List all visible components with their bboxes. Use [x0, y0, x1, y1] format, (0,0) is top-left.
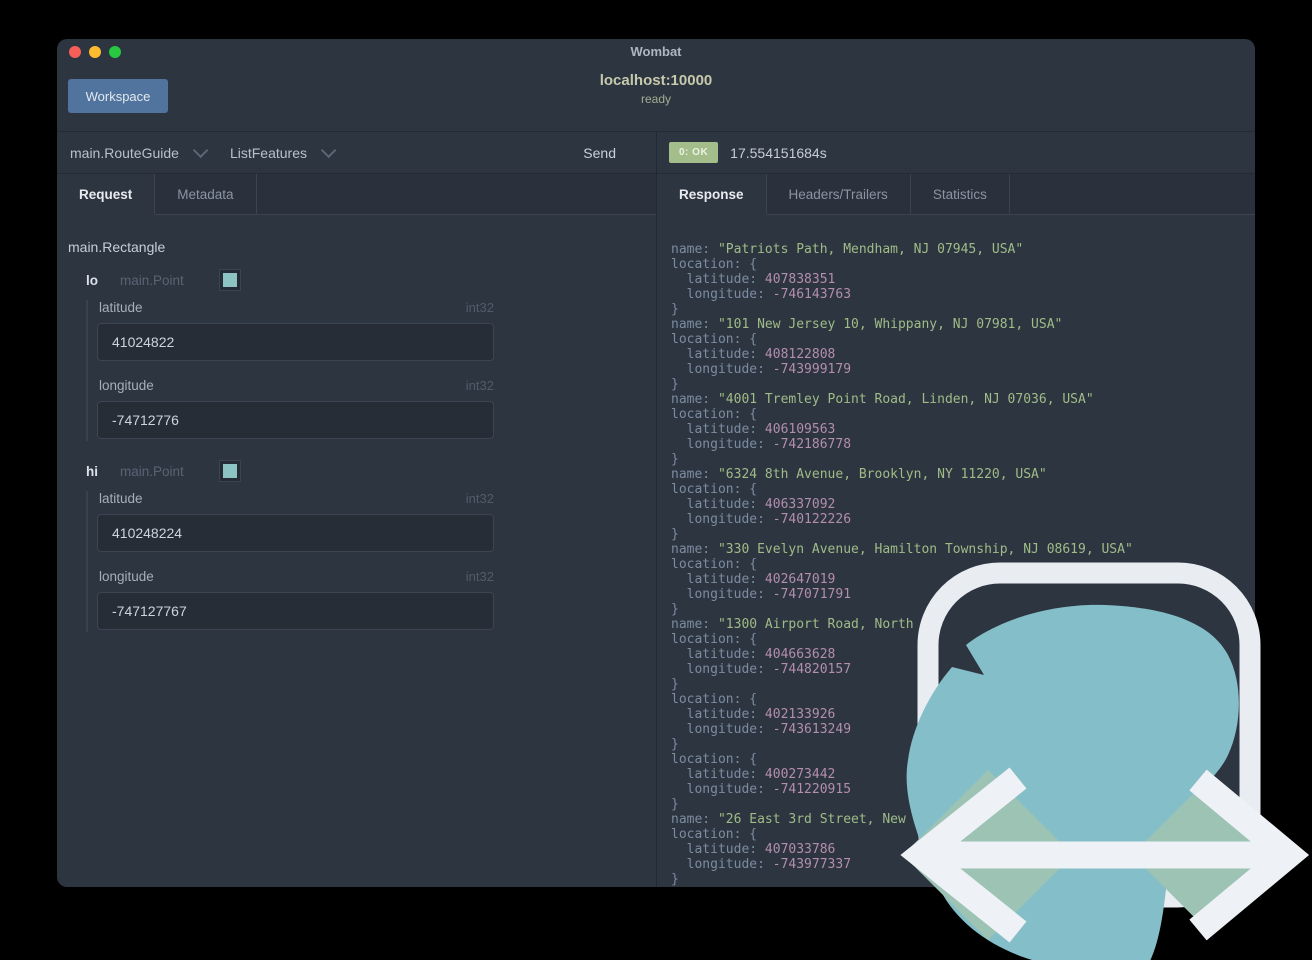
field-type: int32 [465, 378, 494, 393]
window-title: Wombat [630, 44, 682, 59]
service-select-value: main.RouteGuide [70, 144, 179, 161]
tabbar-filler [256, 174, 656, 215]
response-line: longitude: -746143763 [671, 287, 852, 302]
message-type-label: main.Rectangle [68, 239, 166, 255]
response-line: latitude: 407838351 [671, 272, 836, 287]
field-group-hi: hi main.Point latitude int32 longitud [86, 460, 656, 632]
field-type: int32 [465, 300, 494, 315]
latitude-input-lo[interactable] [97, 323, 494, 361]
response-line: name: "330 Evelyn Avenue, Hamilton Towns… [671, 542, 1133, 557]
field-type: int32 [465, 569, 494, 584]
connection-info: localhost:10000 ready [57, 72, 1255, 106]
field-label: latitude [99, 300, 143, 315]
method-select[interactable]: ListFeatures [229, 142, 337, 161]
tab-metadata[interactable]: Metadata [155, 174, 257, 215]
titlebar: Wombat [57, 39, 1255, 65]
response-line: location: { [671, 257, 758, 272]
response-line: location: { [671, 752, 758, 767]
response-line: } [671, 797, 679, 812]
response-line: name: "1300 Airport Road, North Br [671, 617, 938, 632]
result-bar: 0: OK 17.554151684s [657, 132, 1255, 174]
response-line: } [671, 602, 679, 617]
response-line: name: "Patriots Path, Mendham, NJ 07945,… [671, 242, 1024, 257]
response-line: latitude: 406337092 [671, 497, 836, 512]
response-line: } [671, 452, 679, 467]
response-line: location: { [671, 632, 758, 647]
request-tabbar: Request Metadata [57, 174, 656, 215]
response-line: location: { [671, 827, 758, 842]
method-bar: main.RouteGuide ListFeatures Send [57, 132, 656, 174]
response-line: latitude: 402133926 [671, 707, 836, 722]
service-select[interactable]: main.RouteGuide [70, 142, 209, 161]
group-type: main.Point [120, 463, 184, 479]
response-line: location: { [671, 332, 758, 347]
response-line: } [671, 737, 679, 752]
field-label: longitude [99, 378, 154, 393]
header: Workspace localhost:10000 ready [57, 65, 1255, 132]
longitude-input-hi[interactable] [97, 592, 494, 630]
enable-message-checkbox[interactable] [219, 270, 240, 290]
response-line: longitude: -743977337 [671, 857, 852, 872]
field-label: latitude [99, 491, 143, 506]
request-panel: main.RouteGuide ListFeatures Send Reques… [57, 132, 656, 887]
request-form: main.Rectangle lo main.Point latitude in… [57, 215, 656, 887]
response-line: longitude: -741220915 [671, 782, 852, 797]
response-line: name: "4001 Tremley Point Road, Linden, … [671, 392, 1094, 407]
wombat-window: Wombat Workspace localhost:10000 ready m… [57, 39, 1255, 887]
status-badge: 0: OK [669, 142, 719, 163]
field-group-lo: lo main.Point latitude int32 longitud [86, 269, 656, 441]
tab-request[interactable]: Request [57, 174, 156, 215]
response-line: longitude: -743613249 [671, 722, 852, 737]
tab-statistics[interactable]: Statistics [910, 174, 1010, 215]
group-name: hi [86, 463, 98, 479]
send-button[interactable]: Send [577, 144, 622, 162]
response-line: name: "26 East 3rd Street, New Pr [671, 812, 930, 827]
field-type: int32 [465, 491, 494, 506]
response-line: longitude: -742186778 [671, 437, 852, 452]
tabbar-filler [1009, 174, 1255, 215]
field-label: longitude [99, 569, 154, 584]
response-line: name: "101 New Jersey 10, Whippany, NJ 0… [671, 317, 1063, 332]
response-line: } [671, 677, 679, 692]
response-line: location: { [671, 482, 758, 497]
group-type: main.Point [120, 272, 184, 288]
response-line: longitude: -740122226 [671, 512, 852, 527]
response-line: location: { [671, 692, 758, 707]
enable-message-checkbox[interactable] [219, 461, 240, 481]
screen: Wombat Workspace localhost:10000 ready m… [0, 0, 1312, 960]
response-line: longitude: -744820157 [671, 662, 852, 677]
response-line: latitude: 408122808 [671, 347, 836, 362]
response-line: location: { [671, 407, 758, 422]
response-panel: 0: OK 17.554151684s Response Headers/Tra… [656, 132, 1255, 887]
call-duration: 17.554151684s [730, 144, 827, 161]
response-line: latitude: 404663628 [671, 647, 836, 662]
response-line: latitude: 400273442 [671, 767, 836, 782]
response-line: } [671, 302, 679, 317]
connection-state: ready [640, 92, 672, 106]
latitude-input-hi[interactable] [97, 514, 494, 552]
response-line: } [671, 377, 679, 392]
response-body[interactable]: name: "Patriots Path, Mendham, NJ 07945,… [657, 215, 1255, 887]
method-select-value: ListFeatures [229, 144, 307, 161]
response-line: latitude: 407033786 [671, 842, 836, 857]
response-line: latitude: 406109563 [671, 422, 836, 437]
response-line: location: { [671, 557, 758, 572]
tab-response[interactable]: Response [657, 174, 767, 215]
response-line: } [671, 527, 679, 542]
response-line: latitude: 402647019 [671, 572, 836, 587]
chevron-down-icon [192, 142, 209, 159]
group-name: lo [86, 272, 98, 288]
response-line: longitude: -747071791 [671, 587, 852, 602]
response-line: } [671, 872, 679, 887]
longitude-input-lo[interactable] [97, 401, 494, 439]
server-address: localhost:10000 [599, 72, 713, 89]
response-line: longitude: -743999179 [671, 362, 852, 377]
chevron-down-icon [320, 142, 337, 159]
response-tabbar: Response Headers/Trailers Statistics [657, 174, 1255, 215]
tab-headers-trailers[interactable]: Headers/Trailers [766, 174, 911, 215]
response-line: name: "6324 8th Avenue, Brooklyn, NY 112… [671, 467, 1047, 482]
